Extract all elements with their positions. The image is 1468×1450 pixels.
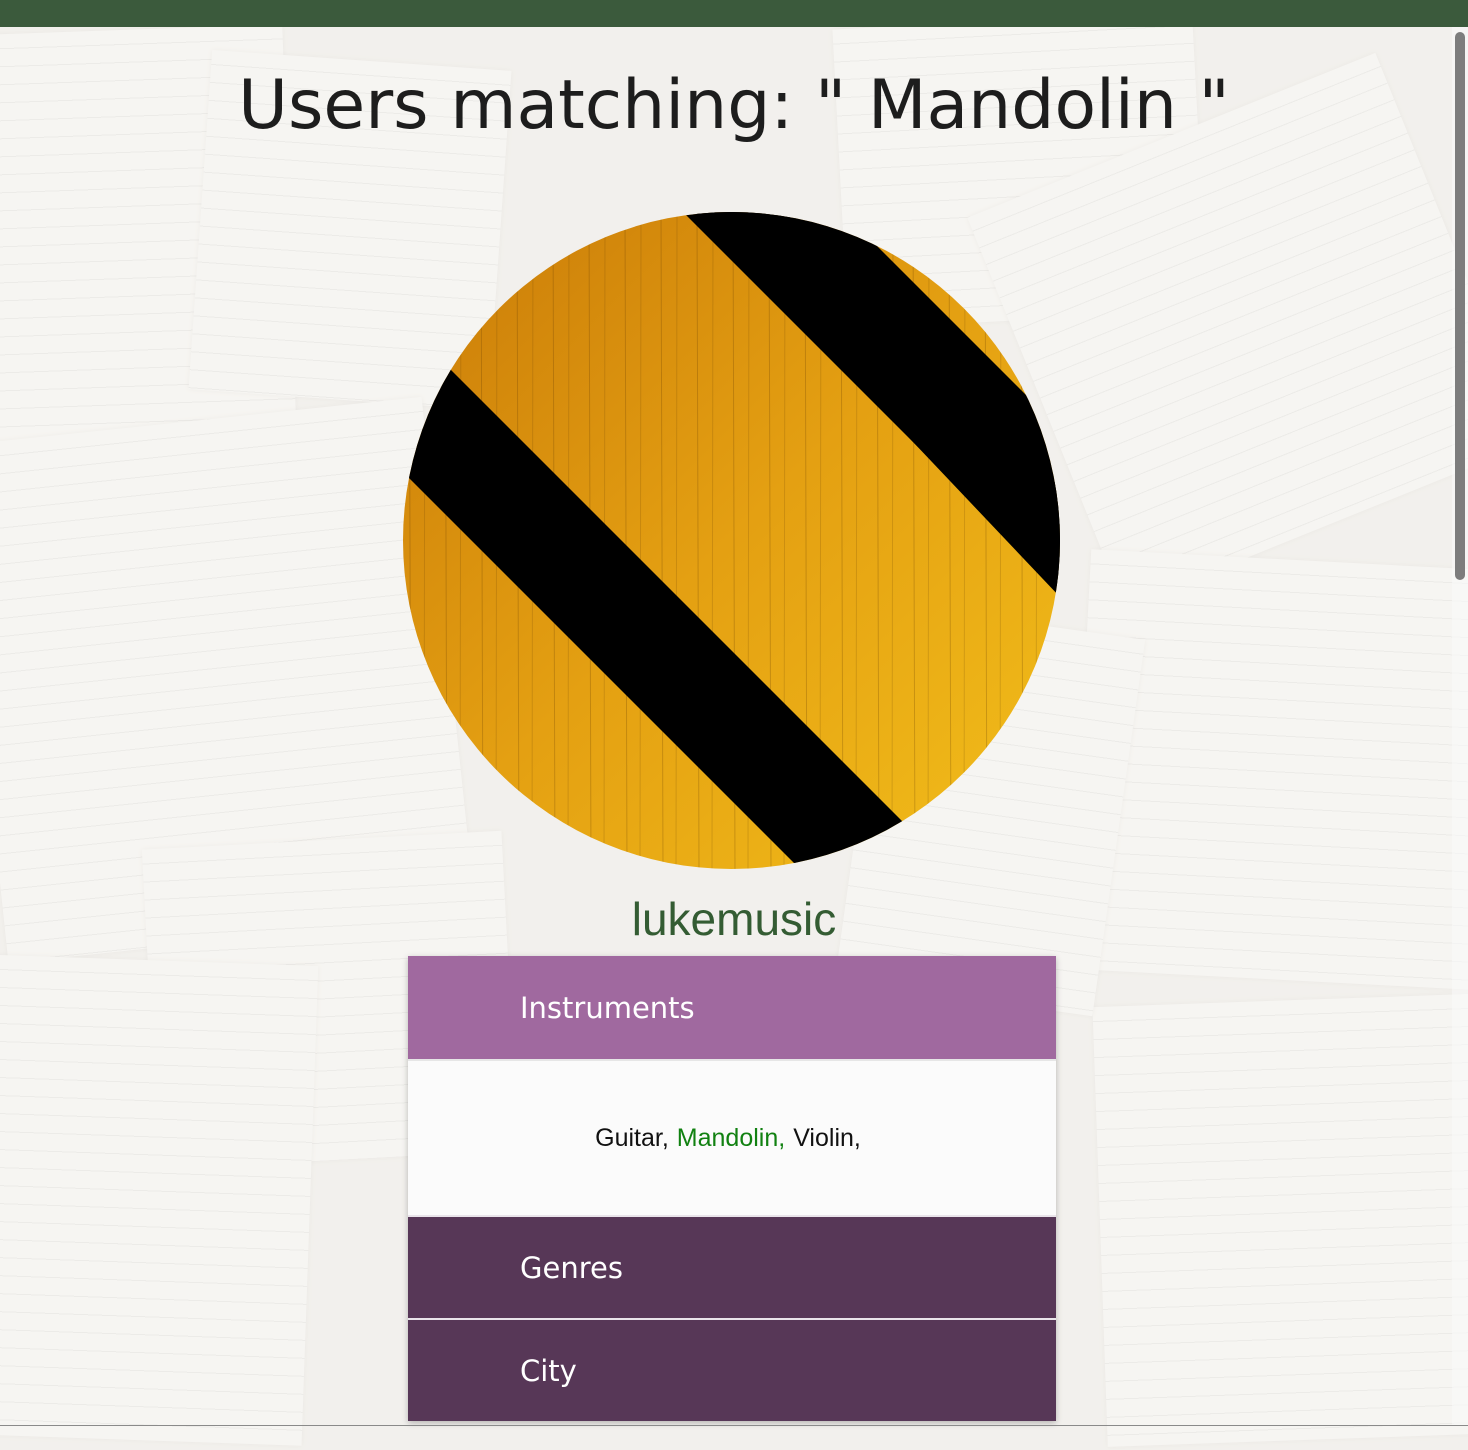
instrument-item: Guitar, xyxy=(595,1123,669,1152)
user-avatar[interactable] xyxy=(403,212,1060,869)
avatar-image xyxy=(403,212,1060,869)
divider xyxy=(0,1425,1468,1426)
accordion-header-genres[interactable]: Genres xyxy=(408,1215,1056,1318)
top-nav-bar xyxy=(0,0,1468,27)
username[interactable]: lukemusic xyxy=(0,892,1468,946)
instrument-item-match: Mandolin, xyxy=(676,1123,786,1152)
user-details-accordion: Instruments Guitar, Mandolin, Violin, Ge… xyxy=(408,956,1056,1421)
instrument-item: Violin, xyxy=(793,1123,861,1152)
accordion-header-city[interactable]: City xyxy=(408,1318,1056,1421)
accordion-header-instruments[interactable]: Instruments xyxy=(408,956,1056,1059)
instruments-list: Guitar, Mandolin, Violin, xyxy=(408,1059,1056,1215)
accordion-header-label: Genres xyxy=(520,1250,623,1285)
accordion-header-label: Instruments xyxy=(520,990,695,1025)
accordion-header-label: City xyxy=(520,1353,577,1388)
page-title: Users matching: " Mandolin " xyxy=(238,66,1230,145)
